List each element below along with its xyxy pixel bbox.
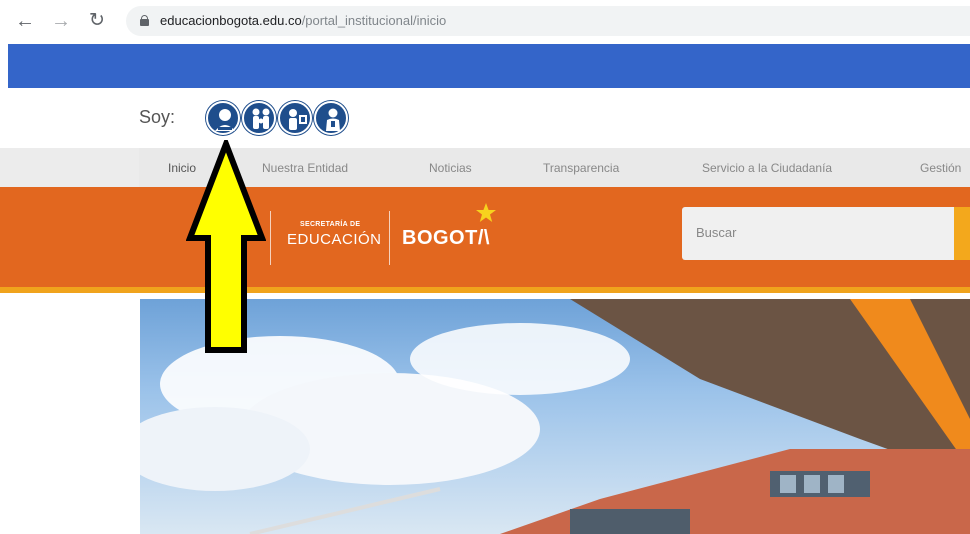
student-icon[interactable] [206, 101, 240, 135]
menu-item-transparencia[interactable]: Transparencia [543, 161, 619, 175]
logo-divider-right [389, 211, 390, 265]
back-arrow-icon[interactable]: ← [12, 8, 38, 34]
forward-arrow-icon[interactable]: → [48, 8, 74, 34]
main-menu: Inicio Nuestra Entidad Noticias Transpar… [0, 148, 970, 187]
educacion-logo[interactable]: EDUCACIÓN [287, 231, 382, 248]
url-text[interactable]: educacionbogota.edu.co/portal_institucio… [160, 13, 446, 28]
search-button[interactable] [954, 207, 970, 260]
profile-selector [206, 101, 348, 135]
menu-item-servicio[interactable]: Servicio a la Ciudadanía [702, 161, 832, 175]
search-input[interactable]: Buscar [682, 207, 954, 260]
menu-left-padding [0, 148, 139, 187]
address-bar[interactable]: educacionbogota.edu.co/portal_institucio… [126, 6, 970, 36]
logo-divider-left [270, 211, 271, 265]
parent-icon[interactable] [242, 101, 276, 135]
reload-icon[interactable]: ↻ [84, 8, 110, 34]
browser-toolbar: ← → ↻ educacionbogota.edu.co/portal_inst… [0, 0, 970, 44]
soy-label: Soy: [139, 107, 176, 127]
secretaria-label: SECRETARÍA DE [300, 221, 361, 228]
url-path: /portal_institucional/inicio [301, 13, 447, 28]
search-placeholder: Buscar [696, 225, 737, 240]
menu-item-nuestra-entidad[interactable]: Nuestra Entidad [262, 161, 348, 175]
menu-item-gestion[interactable]: Gestión [920, 161, 961, 175]
menu-item-noticias[interactable]: Noticias [429, 161, 472, 175]
citizen-icon[interactable] [314, 101, 348, 135]
star-icon [476, 203, 496, 222]
teacher-icon[interactable] [278, 101, 312, 135]
url-host: educacionbogota.edu.co [160, 13, 302, 28]
header-banner: SECRETARÍA DE EDUCACIÓN BOGOT/\ Buscar [0, 187, 970, 293]
top-blue-bar [8, 44, 970, 88]
bogota-logo[interactable]: BOGOT/\ [402, 227, 490, 250]
annotation-arrow-icon [186, 140, 266, 353]
lock-icon[interactable] [140, 15, 149, 26]
